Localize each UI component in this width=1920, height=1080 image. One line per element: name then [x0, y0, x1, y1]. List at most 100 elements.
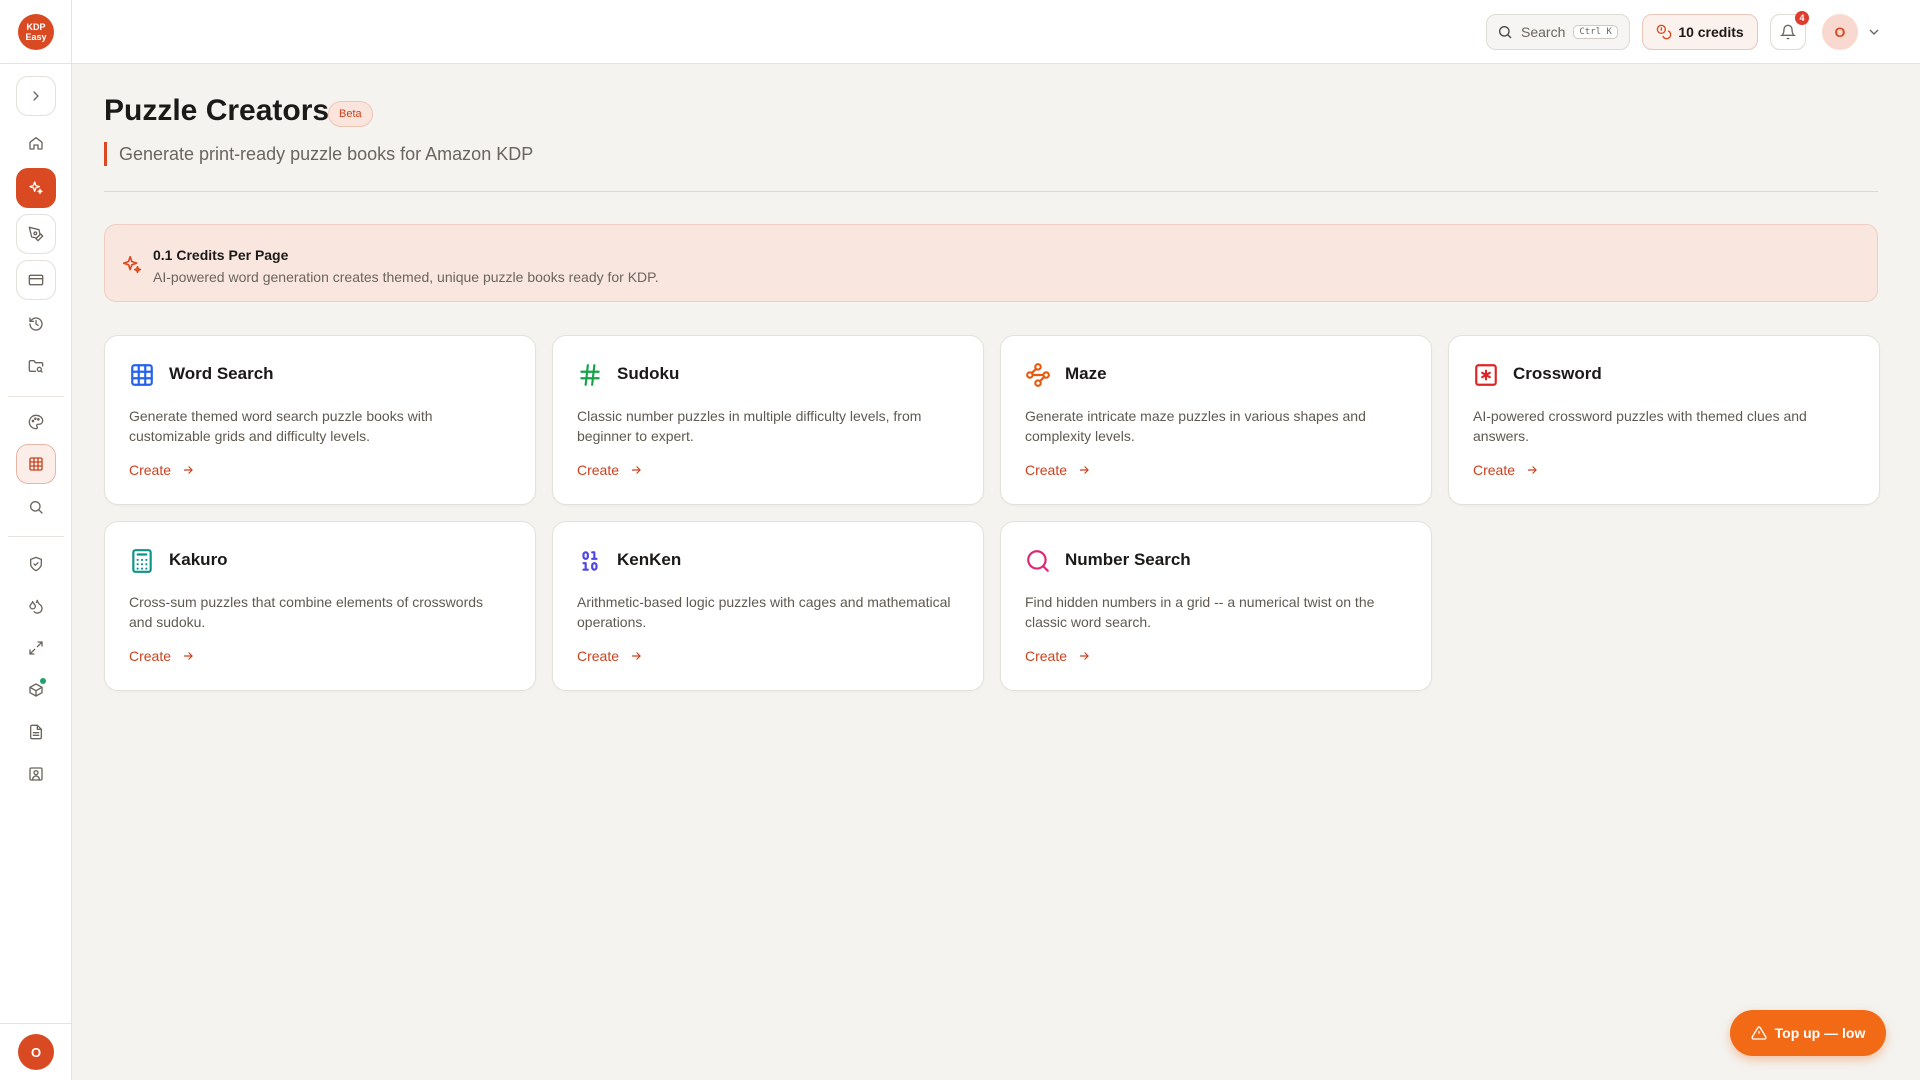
card-title: Maze: [1065, 364, 1107, 383]
sidebar-item-effects[interactable]: [16, 586, 56, 626]
create-kakuro-link[interactable]: Create: [129, 648, 195, 664]
sidebar-footer-divider: [0, 1023, 72, 1024]
arrow-right-icon: [1079, 652, 1089, 660]
waypoints-icon: [1025, 362, 1051, 388]
page-title: Puzzle Creators: [104, 94, 330, 127]
card-word-search[interactable]: Word Search Generate themed word search …: [104, 335, 536, 505]
calculator-icon: [129, 548, 155, 574]
sparkles-icon: [29, 181, 43, 194]
sidebar: KDP Easy O: [0, 0, 72, 1080]
header-divider: [104, 191, 1878, 192]
top-up-button[interactable]: Top up — low: [1730, 1010, 1886, 1056]
search-icon: [30, 501, 43, 514]
create-crossword-link[interactable]: Create: [1473, 462, 1539, 478]
card-maze[interactable]: Maze Generate intricate maze puzzles in …: [1000, 335, 1432, 505]
create-maze-link[interactable]: Create: [1025, 462, 1091, 478]
sidebar-item-packages[interactable]: [16, 670, 56, 710]
card-kenken[interactable]: KenKen Arithmetic-based logic puzzles wi…: [552, 521, 984, 691]
square-asterisk-icon: [1473, 362, 1499, 388]
pen-tool-icon: [28, 226, 44, 242]
card-title: Number Search: [1065, 550, 1191, 569]
card-title: Sudoku: [617, 364, 680, 383]
expand-icon: [29, 641, 43, 655]
droplets-icon: [29, 599, 43, 614]
card-sudoku[interactable]: Sudoku Classic number puzzles in multipl…: [552, 335, 984, 505]
contact-icon: [29, 767, 43, 781]
search-icon: [1499, 26, 1512, 39]
sidebar-item-account[interactable]: [16, 754, 56, 794]
credits-label: 10 credits: [1678, 24, 1744, 40]
home-icon: [29, 137, 43, 150]
sidebar-item-history[interactable]: [16, 304, 56, 344]
sidebar-user-avatar[interactable]: O: [18, 1034, 54, 1070]
page-subtitle: Generate print-ready puzzle books for Am…: [104, 142, 533, 166]
app-logo[interactable]: KDP Easy: [18, 14, 54, 50]
sidebar-divider: [8, 536, 64, 537]
notification-count-badge: 4: [1795, 11, 1809, 25]
new-indicator: [40, 678, 46, 684]
coins-icon: [1656, 24, 1672, 40]
warning-triangle-icon: [1751, 1026, 1767, 1040]
package-icon: [29, 683, 43, 697]
sidebar-item-resize[interactable]: [16, 628, 56, 668]
sidebar-divider: [8, 396, 64, 397]
arrow-right-icon: [1079, 466, 1089, 474]
card-kakuro[interactable]: Kakuro Cross-sum puzzles that combine el…: [104, 521, 536, 691]
top-up-label: Top up — low: [1774, 1025, 1866, 1041]
credits-info-banner: 0.1 Credits Per Page AI-powered word gen…: [104, 224, 1878, 302]
logo-text-bottom: Easy: [25, 32, 47, 42]
folder-search-icon: [28, 360, 44, 373]
card-description: AI-powered crossword puzzles with themed…: [1473, 408, 1807, 444]
arrow-right-icon: [1527, 466, 1537, 474]
user-avatar[interactable]: O: [1822, 14, 1858, 50]
search-shortcut: Ctrl K: [1573, 25, 1618, 39]
create-label: Create: [129, 462, 172, 478]
info-description: AI-powered word generation creates theme…: [153, 269, 659, 285]
card-description: Cross-sum puzzles that combine elements …: [129, 594, 484, 630]
shield-check-icon: [30, 556, 42, 572]
sidebar-item-puzzles[interactable]: [16, 444, 56, 484]
create-label: Create: [577, 648, 620, 664]
sidebar-item-compliance[interactable]: [16, 544, 56, 584]
credit-card-icon: [28, 274, 44, 286]
sidebar-item-generate[interactable]: [16, 168, 56, 208]
sidebar-item-documents[interactable]: [16, 712, 56, 752]
card-number-search[interactable]: Number Search Find hidden numbers in a g…: [1000, 521, 1432, 691]
palette-icon: [28, 414, 44, 430]
create-sudoku-link[interactable]: Create: [577, 462, 643, 478]
card-description: Find hidden numbers in a grid -- a numer…: [1025, 594, 1375, 630]
sidebar-item-billing[interactable]: [16, 260, 56, 300]
card-description: Generate themed word search puzzle books…: [129, 408, 433, 444]
search-label: Search: [1521, 24, 1566, 40]
create-number-search-link[interactable]: Create: [1025, 648, 1091, 664]
create-label: Create: [577, 462, 620, 478]
sidebar-item-files[interactable]: [16, 346, 56, 386]
card-description: Classic number puzzles in multiple diffi…: [577, 408, 922, 444]
notifications-button[interactable]: 4: [1770, 11, 1809, 50]
chevron-right-icon: [33, 91, 39, 101]
sidebar-item-design[interactable]: [16, 214, 56, 254]
arrow-right-icon: [183, 652, 193, 660]
card-title: Word Search: [169, 364, 274, 383]
user-menu-toggle[interactable]: [1866, 24, 1882, 40]
arrow-right-icon: [631, 466, 641, 474]
create-label: Create: [1025, 462, 1068, 478]
create-label: Create: [129, 648, 172, 664]
bell-icon: [1780, 24, 1796, 40]
card-title: KenKen: [617, 550, 682, 569]
sidebar-item-home[interactable]: [16, 123, 56, 163]
create-word-search-link[interactable]: Create: [129, 462, 195, 478]
sidebar-expand-button[interactable]: [16, 76, 56, 116]
sidebar-item-colors[interactable]: [16, 402, 56, 442]
card-crossword[interactable]: Crossword AI-powered crossword puzzles w…: [1448, 335, 1880, 505]
beta-badge: Beta: [328, 101, 373, 127]
card-title: Crossword: [1513, 364, 1602, 383]
arrow-right-icon: [183, 466, 193, 474]
sidebar-item-search[interactable]: [16, 487, 56, 527]
binary-icon: [577, 548, 603, 574]
card-description: Generate intricate maze puzzles in vario…: [1025, 408, 1366, 444]
create-kenken-link[interactable]: Create: [577, 648, 643, 664]
global-search-button[interactable]: Search Ctrl K: [1486, 14, 1630, 50]
credits-button[interactable]: 10 credits: [1642, 14, 1758, 50]
create-label: Create: [1473, 462, 1516, 478]
